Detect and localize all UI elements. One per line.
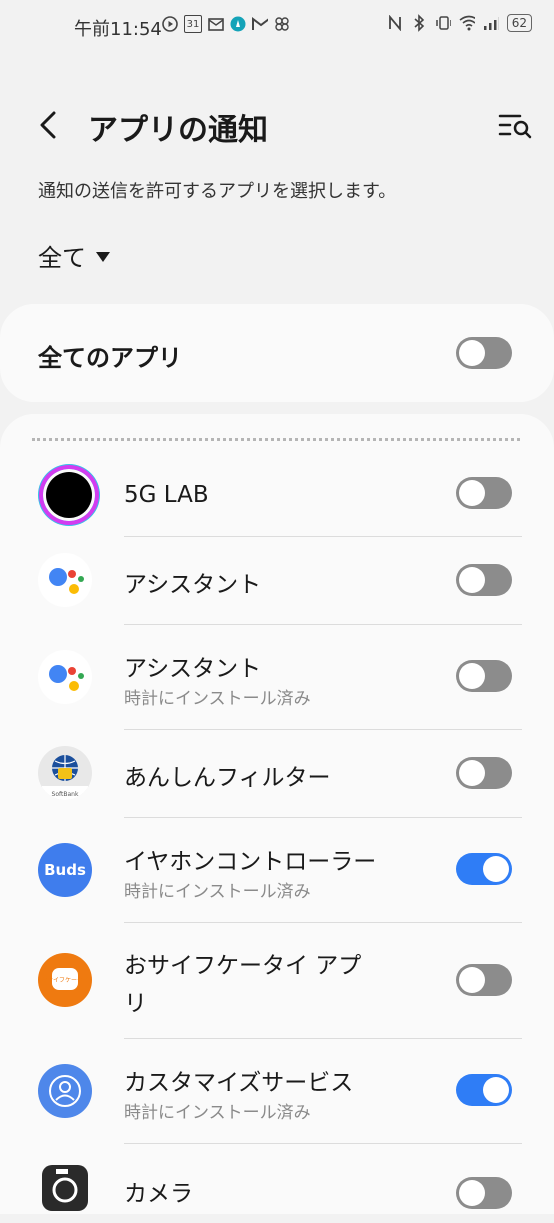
- app-name: アシスタント: [124, 572, 262, 598]
- app-subtitle: 時計にインストール済み: [124, 882, 311, 902]
- vibrate-icon: [435, 15, 451, 31]
- app-notification-icon: [230, 16, 246, 32]
- notification-icons: 31: [162, 15, 290, 33]
- app-name: アシスタント: [124, 656, 262, 682]
- app-toggle-earphone-controller[interactable]: [456, 853, 512, 885]
- app-name: カメラ: [124, 1181, 193, 1207]
- nfc-icon: [387, 15, 403, 31]
- app-subtitle: 時計にインストール済み: [124, 689, 311, 709]
- back-arrow-icon: [40, 111, 56, 139]
- all-apps-card[interactable]: 全てのアプリ: [0, 304, 554, 402]
- list-item-osaifu-keitai[interactable]: おサイフケータイ おサイフケータイ アプ リ: [0, 922, 554, 1038]
- search-list-icon: [498, 114, 532, 139]
- app-toggle-assistant-watch[interactable]: [456, 660, 512, 692]
- buds-icon: Buds: [38, 843, 92, 897]
- svg-text:SoftBank: SoftBank: [52, 791, 79, 798]
- anshin-filter-icon: SoftBank: [38, 746, 92, 800]
- app-toggle-5g-lab[interactable]: [456, 477, 512, 509]
- list-item-anshin-filter[interactable]: SoftBank あんしんフィルター: [0, 729, 554, 817]
- app-toggle-camera[interactable]: [456, 1177, 512, 1209]
- list-item-earphone-controller[interactable]: Buds イヤホンコントローラー 時計にインストール済み: [0, 817, 554, 922]
- gmail-icon: [252, 16, 268, 32]
- list-item-assistant[interactable]: アシスタント: [0, 536, 554, 624]
- app-name: あんしんフィルター: [124, 765, 331, 791]
- pinwheel-icon: [274, 16, 290, 32]
- assistant-icon: [38, 553, 92, 607]
- app-name: イヤホンコントローラー: [124, 849, 377, 875]
- svg-text:おサイフケータイ: おサイフケータイ: [41, 976, 89, 984]
- page-title: アプリの通知: [88, 113, 268, 148]
- assistant-icon: [38, 650, 92, 704]
- list-item-assistant-watch[interactable]: アシスタント 時計にインストール済み: [0, 624, 554, 729]
- filter-dropdown[interactable]: 全て: [38, 238, 110, 273]
- caret-down-icon: [96, 251, 110, 262]
- status-time: 午前11:54: [74, 19, 162, 40]
- app-name-line2: リ: [124, 991, 147, 1017]
- all-apps-toggle[interactable]: [456, 337, 512, 369]
- search-list-button[interactable]: [498, 109, 534, 143]
- status-right-icons: 62: [387, 14, 532, 32]
- list-item-camera[interactable]: カメラ: [0, 1143, 554, 1223]
- battery-indicator: 62: [506, 14, 532, 32]
- customize-service-icon: [38, 1064, 92, 1118]
- app-toggle-anshin-filter[interactable]: [456, 757, 512, 789]
- app-name: 5G LAB: [124, 482, 209, 508]
- osaifu-keitai-icon: おサイフケータイ: [38, 953, 92, 1007]
- app-toggle-assistant[interactable]: [456, 564, 512, 596]
- app-list: 5G LAB アシスタント アシスタント 時計にインストール済み SoftBan…: [0, 414, 554, 1214]
- calendar-icon: 31: [184, 15, 202, 33]
- back-button[interactable]: [34, 107, 64, 143]
- app-name: カスタマイズサービス: [124, 1070, 354, 1096]
- 5g-lab-icon: [42, 468, 96, 522]
- media-play-icon: [162, 16, 178, 32]
- app-toggle-osaifu-keitai[interactable]: [456, 964, 512, 996]
- list-item-customize-service[interactable]: カスタマイズサービス 時計にインストール済み: [0, 1038, 554, 1143]
- bluetooth-icon: [411, 14, 427, 32]
- app-name: おサイフケータイ アプ: [124, 953, 362, 979]
- app-subtitle: 時計にインストール済み: [124, 1103, 311, 1123]
- mail-icon: [208, 16, 224, 32]
- status-bar: 午前11:54 31 62: [0, 0, 554, 52]
- list-item-5g-lab[interactable]: 5G LAB: [0, 464, 554, 536]
- header: アプリの通知: [0, 95, 554, 155]
- wifi-icon: [459, 15, 475, 31]
- filter-label: 全て: [38, 244, 86, 272]
- all-apps-label: 全てのアプリ: [38, 344, 182, 372]
- signal-icon: [483, 15, 499, 31]
- app-toggle-customize-service[interactable]: [456, 1074, 512, 1106]
- camera-icon: [42, 1165, 88, 1211]
- dotted-divider: [32, 438, 520, 441]
- description-text: 通知の送信を許可するアプリを選択します。: [38, 181, 397, 202]
